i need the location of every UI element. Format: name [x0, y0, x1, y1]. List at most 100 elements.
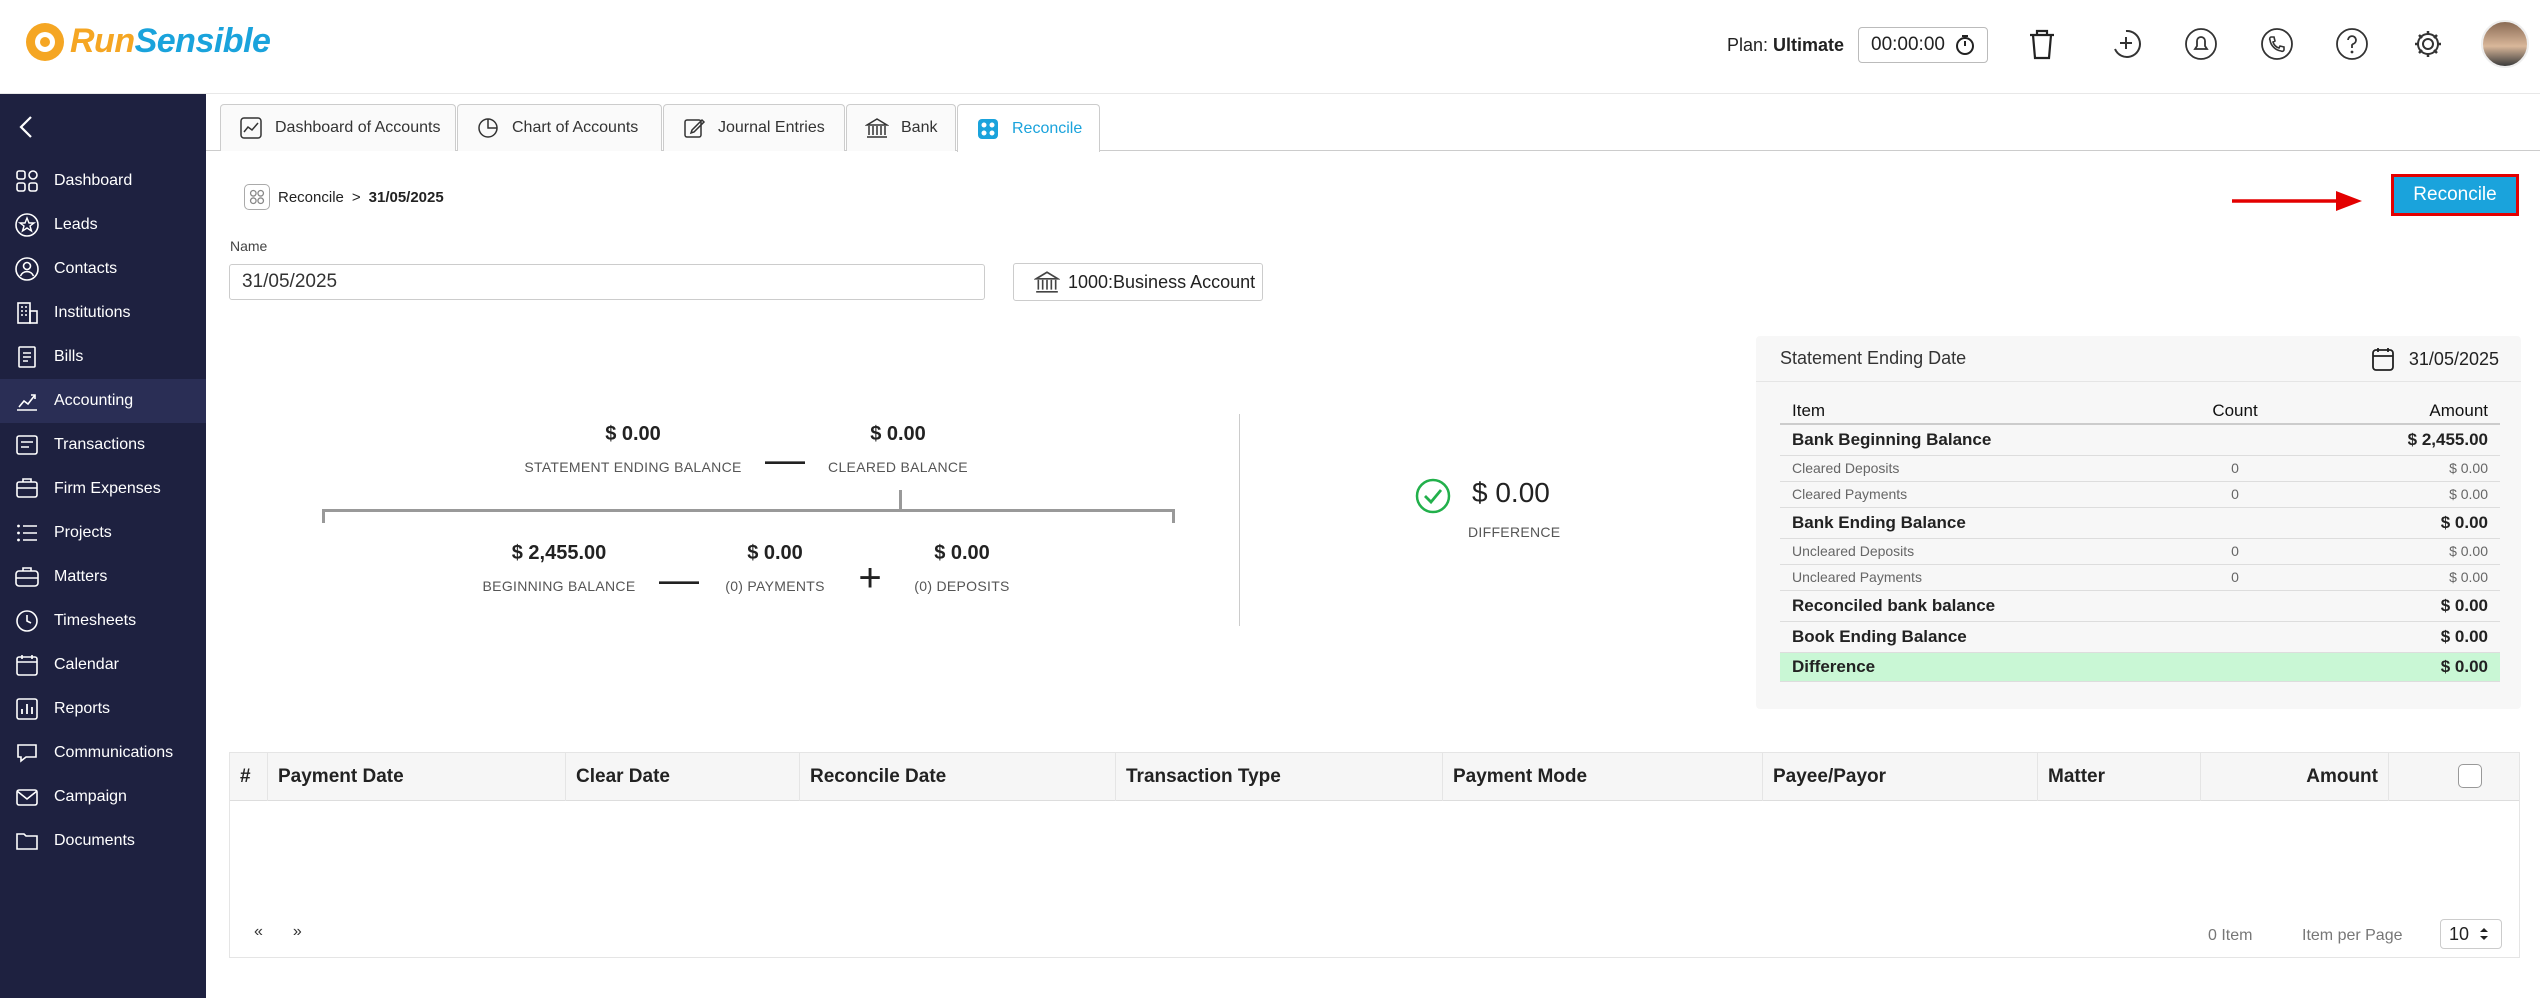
- col-payee-payor[interactable]: Payee/Payor: [1763, 753, 2038, 801]
- summary-row: Bank Ending Balance $ 0.00: [1780, 507, 2500, 539]
- pie-chart-icon: [478, 118, 498, 138]
- difference-value: $ 0.00: [1472, 477, 1550, 508]
- reconcile-icon: [978, 118, 998, 139]
- minus-operator: —: [765, 438, 805, 482]
- transactions-icon: [16, 435, 38, 455]
- col-clear-date[interactable]: Clear Date: [566, 753, 800, 801]
- phone-icon[interactable]: [2259, 26, 2295, 62]
- timer-display[interactable]: 00:00:00: [1858, 27, 1988, 63]
- deposits-value: $ 0.00: [934, 542, 990, 564]
- bank-account-chip[interactable]: 1000:Business Account: [1013, 263, 1263, 301]
- breadcrumb: Reconcile > 31/05/2025: [244, 184, 444, 210]
- sidebar-item-contacts[interactable]: Contacts: [0, 247, 206, 291]
- cleared-balance-label: CLEARED BALANCE: [828, 459, 968, 475]
- plan-label: Plan: Ultimate: [1727, 35, 1845, 55]
- edit-icon: [684, 118, 706, 138]
- sidebar-item-timesheets[interactable]: Timesheets: [0, 599, 206, 643]
- chart-icon: [17, 394, 37, 411]
- expenses-icon: [16, 478, 38, 498]
- breadcrumb-separator: >: [351, 188, 361, 206]
- statement-date[interactable]: 31/05/2025: [2371, 346, 2499, 372]
- sidebar-item-campaign[interactable]: Campaign: [0, 775, 206, 819]
- statement-date-value: 31/05/2025: [2408, 348, 2499, 369]
- sidebar-item-bills[interactable]: Bills: [0, 335, 206, 379]
- name-label: Name: [230, 238, 268, 254]
- col-reconcile-date[interactable]: Reconcile Date: [800, 753, 1116, 801]
- tab-dashboard-of-accounts[interactable]: Dashboard of Accounts: [220, 104, 456, 151]
- tab-bank[interactable]: Bank: [846, 104, 956, 151]
- add-timer-icon[interactable]: [2108, 26, 2144, 62]
- settings-icon[interactable]: [2410, 26, 2446, 62]
- building-icon: [17, 302, 38, 324]
- minus-operator: —: [659, 558, 699, 602]
- top-header: RunSensible Plan: Ultimate 00:00:00: [0, 0, 2540, 94]
- sidebar-item-accounting[interactable]: Accounting: [0, 379, 206, 423]
- sidebar-item-matters[interactable]: Matters: [0, 555, 206, 599]
- sidebar-item-communications[interactable]: Communications: [0, 731, 206, 775]
- col-payment-mode[interactable]: Payment Mode: [1443, 753, 1763, 801]
- runsensible-logo[interactable]: RunSensible: [26, 22, 271, 61]
- summary-row: Reconciled bank balance $ 0.00: [1780, 590, 2500, 622]
- cleared-balance-value: $ 0.00: [870, 423, 926, 445]
- sidebar-item-documents[interactable]: Documents: [0, 819, 206, 863]
- transactions-table: # Payment Date Clear Date Reconcile Date…: [229, 752, 2520, 958]
- sidebar-item-firm-expenses[interactable]: Firm Expenses: [0, 467, 206, 511]
- breadcrumb-current: 31/05/2025: [368, 188, 444, 206]
- sidebar-item-reports[interactable]: Reports: [0, 687, 206, 731]
- item-count: 0 Item: [2208, 927, 2253, 944]
- folder-icon: [16, 833, 38, 850]
- user-avatar[interactable]: [2481, 20, 2529, 68]
- help-icon[interactable]: [2334, 26, 2370, 62]
- prev-page-button[interactable]: «: [254, 923, 263, 941]
- red-arrow-annotation: [2232, 191, 2362, 211]
- bank-icon: [865, 118, 889, 138]
- name-input[interactable]: [229, 264, 985, 300]
- bill-icon: [18, 346, 36, 368]
- tab-chart-of-accounts[interactable]: Chart of Accounts: [457, 104, 662, 151]
- summary-table: Item Count Amount Bank Beginning Balance…: [1780, 398, 2500, 682]
- collapse-sidebar-icon[interactable]: [16, 114, 36, 147]
- tab-reconcile[interactable]: Reconcile: [957, 104, 1100, 152]
- check-circle-icon: [1415, 478, 1451, 514]
- items-per-page-select[interactable]: 10: [2440, 919, 2502, 949]
- col-payment-date[interactable]: Payment Date: [268, 753, 566, 801]
- logo-text-sensible: Sensible: [134, 22, 271, 60]
- contact-icon: [15, 257, 39, 281]
- col-transaction-type[interactable]: Transaction Type: [1116, 753, 1443, 801]
- stopwatch-icon: [1955, 35, 1974, 55]
- sidebar-item-dashboard[interactable]: Dashboard: [0, 159, 206, 203]
- calendar-icon: [2372, 348, 2394, 371]
- beginning-balance-label: BEGINNING BALANCE: [482, 578, 636, 594]
- trash-icon[interactable]: [2024, 26, 2060, 62]
- chart-line-icon: [240, 117, 262, 139]
- payments-label: (0) PAYMENTS: [725, 578, 825, 594]
- col-matter[interactable]: Matter: [2038, 753, 2201, 801]
- breadcrumb-root[interactable]: Reconcile: [278, 189, 344, 206]
- select-all-checkbox[interactable]: [2458, 764, 2482, 788]
- sidebar-item-calendar[interactable]: Calendar: [0, 643, 206, 687]
- summary-row: Cleared Deposits 0 $ 0.00: [1780, 455, 2500, 482]
- pagination: « »: [254, 923, 302, 941]
- sidebar: Dashboard Leads Contacts Institutions Bi…: [0, 94, 206, 998]
- payments-value: $ 0.00: [747, 542, 803, 564]
- next-page-button[interactable]: »: [293, 923, 302, 941]
- sidebar-item-transactions[interactable]: Transactions: [0, 423, 206, 467]
- deposits-label: (0) DEPOSITS: [914, 578, 1010, 594]
- summary-title: Statement Ending Date: [1780, 348, 1967, 368]
- tab-journal-entries[interactable]: Journal Entries: [663, 104, 845, 151]
- beginning-balance-value: $ 2,455.00: [511, 542, 607, 564]
- sidebar-item-projects[interactable]: Projects: [0, 511, 206, 555]
- sidebar-item-leads[interactable]: Leads: [0, 203, 206, 247]
- col-index[interactable]: #: [230, 753, 268, 801]
- calendar-icon: [16, 655, 38, 676]
- star-icon: [15, 213, 39, 237]
- account-name: 1000:Business Account: [1068, 271, 1256, 292]
- difference-label: DIFFERENCE: [1468, 524, 1561, 540]
- reconcile-button[interactable]: Reconcile: [2391, 174, 2519, 216]
- summary-row: Bank Beginning Balance $ 2,455.00: [1780, 424, 2500, 456]
- table-footer: « » 0 Item Item per Page 10: [230, 913, 2519, 957]
- notification-icon[interactable]: [2183, 26, 2219, 62]
- sort-arrows-icon: [2480, 928, 2489, 940]
- sidebar-item-institutions[interactable]: Institutions: [0, 291, 206, 335]
- col-amount[interactable]: Amount: [2201, 753, 2389, 801]
